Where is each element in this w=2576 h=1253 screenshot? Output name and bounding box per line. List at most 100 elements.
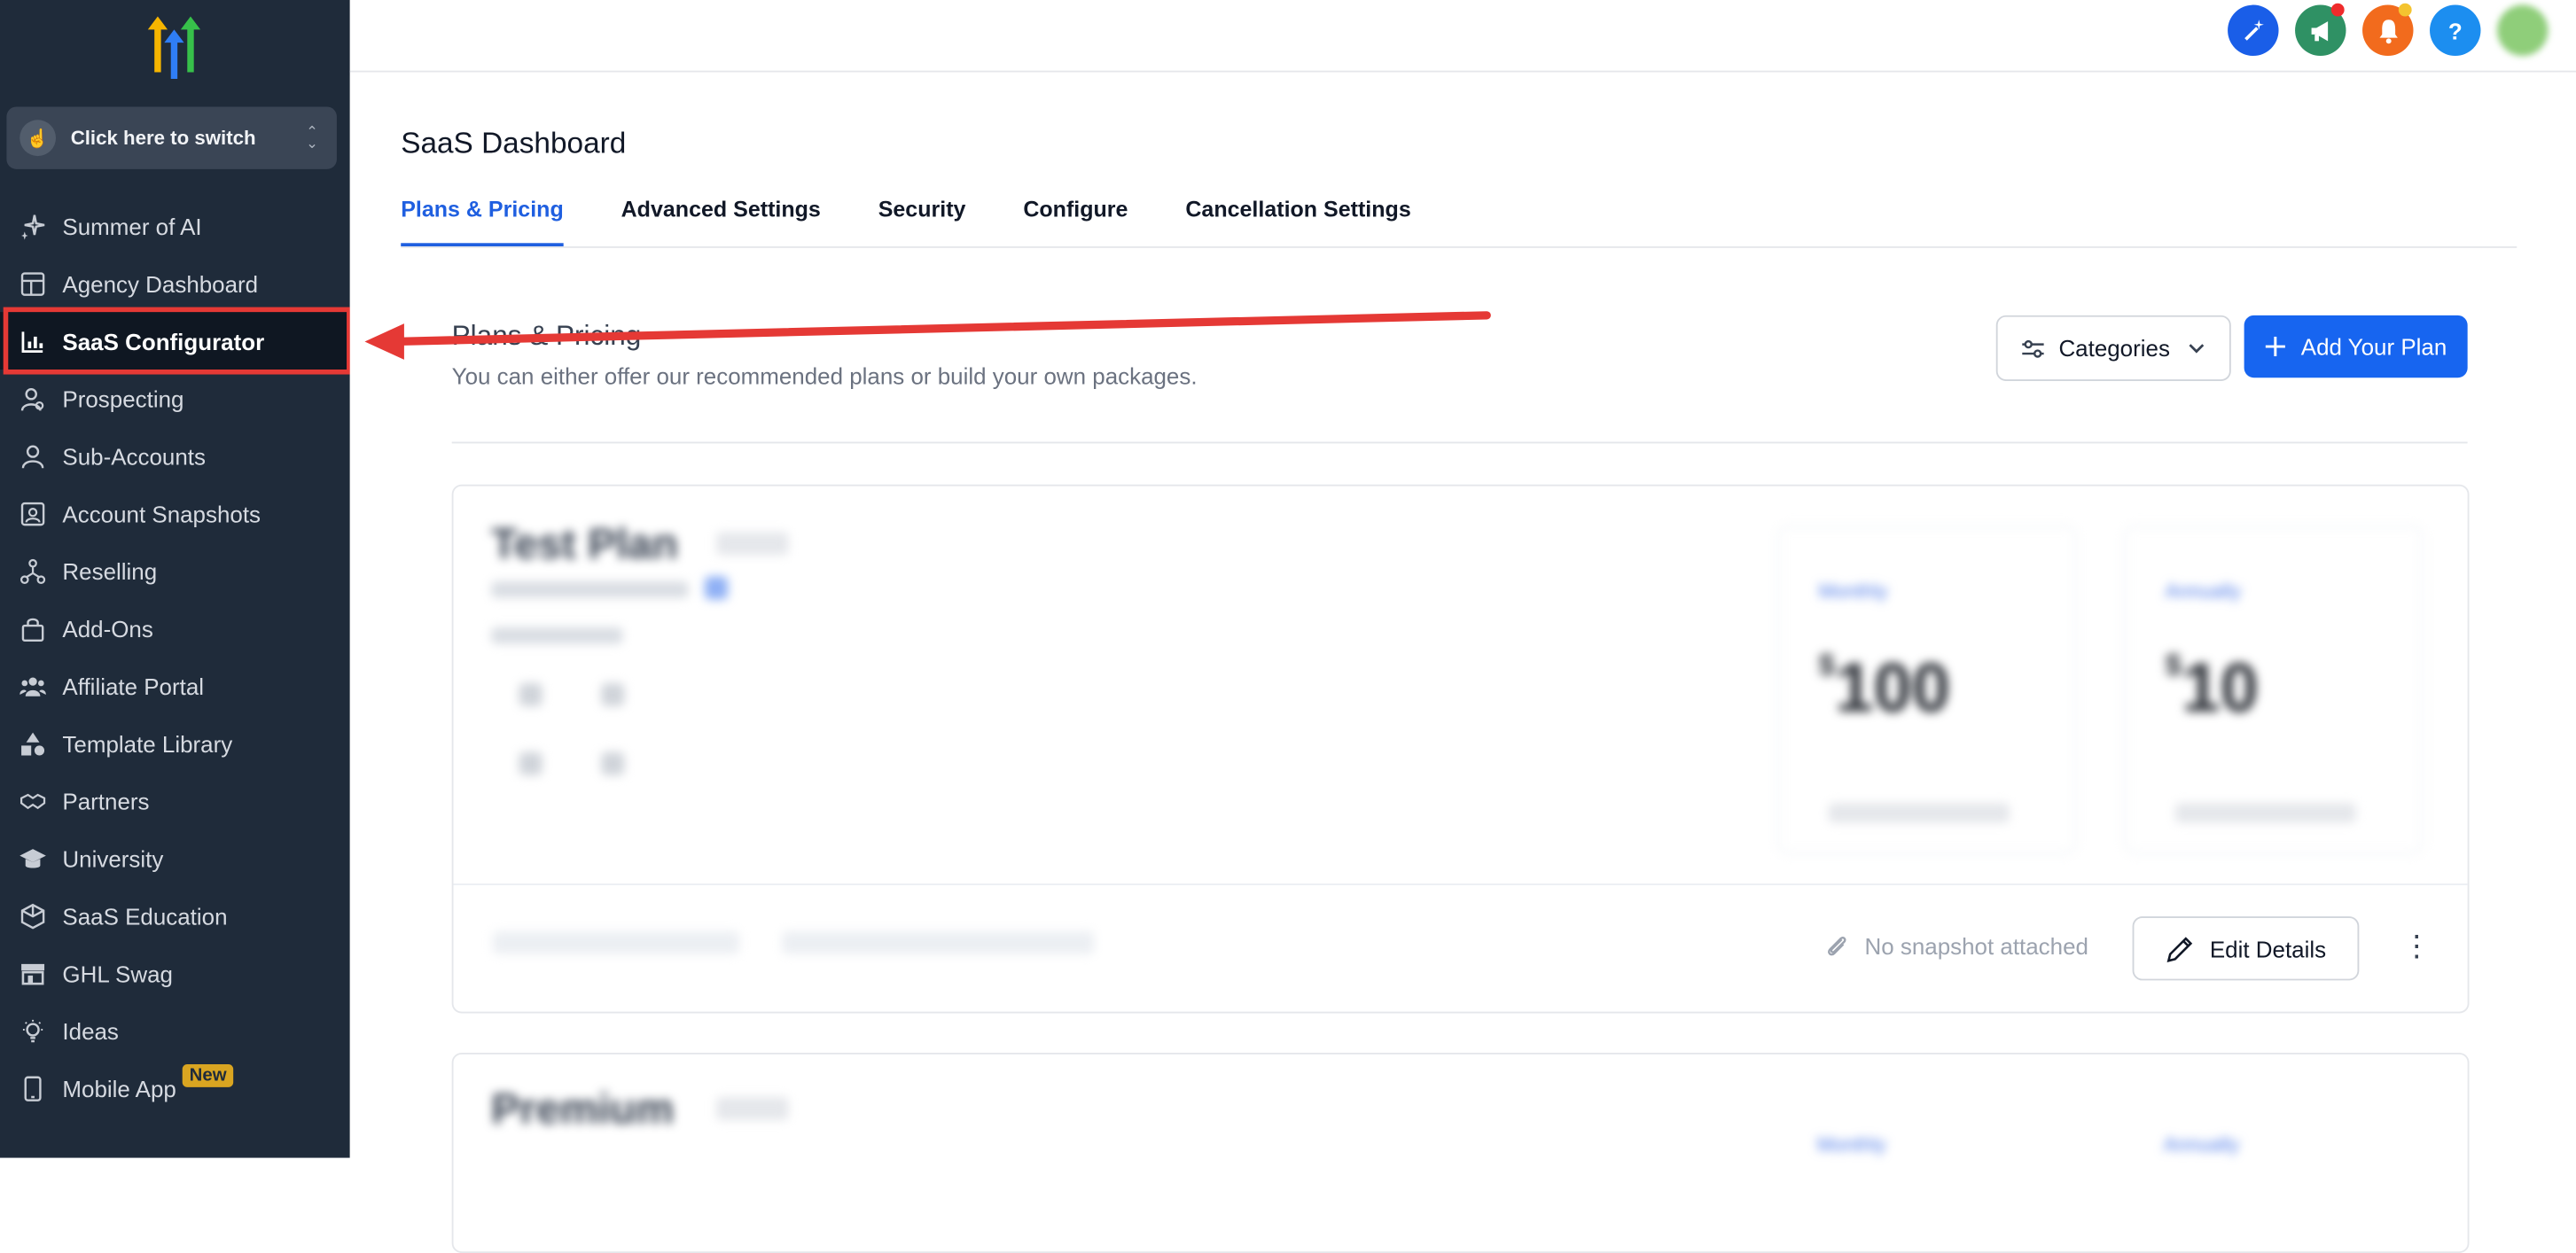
plan-card: Test Plan Monthly $100 Annually $10 No s…: [451, 484, 2470, 1014]
sidebar-item-university[interactable]: University: [0, 829, 350, 887]
magic-wand-icon: [2244, 19, 2263, 40]
price-period: Annually: [2163, 1132, 2240, 1156]
sidebar-item-summer-of-ai[interactable]: Summer of AI: [0, 197, 350, 254]
switcher-label: Click here to switch: [70, 126, 256, 150]
price-value: $100: [1818, 649, 1951, 727]
ai-magic-button[interactable]: [2228, 4, 2279, 57]
tab-advanced-settings[interactable]: Advanced Settings: [621, 197, 821, 246]
card-footer-divider: [453, 883, 2468, 885]
shopping-bag-icon: [20, 615, 46, 642]
notification-dot: [2398, 3, 2412, 17]
sidebar-item-label: Account Snapshots: [62, 500, 262, 526]
sidebar-item-label: Affiliate Portal: [62, 672, 205, 699]
feature-icon: [519, 751, 543, 775]
sidebar-item-label: Partners: [62, 787, 150, 814]
tab-configure[interactable]: Configure: [1023, 197, 1128, 246]
sidebar-item-account-snapshots[interactable]: Account Snapshots: [0, 485, 350, 542]
notifications-button[interactable]: [2362, 3, 2414, 57]
sidebar-item-label: Summer of AI: [62, 213, 202, 239]
main-content: SaaS Dashboard Plans & Pricing Advanced …: [349, 72, 2576, 1253]
tab-security[interactable]: Security: [878, 197, 966, 246]
trial-info: [492, 930, 739, 954]
plan-tag: [716, 1097, 789, 1120]
pointer-icon: ☝: [20, 120, 57, 157]
new-badge: New: [183, 1063, 233, 1086]
sidebar-item-add-ons[interactable]: Add-Ons: [0, 599, 350, 657]
snapshot-icon: [20, 500, 46, 526]
user-avatar[interactable]: [2497, 4, 2549, 57]
sidebar: ☝ Click here to switch ⌃ ⌄ Summer of AI A…: [0, 0, 352, 1158]
plan-name: Test Plan: [491, 518, 678, 569]
sidebar-item-label: SaaS Education: [62, 902, 228, 930]
sidebar-item-reselling[interactable]: Reselling: [0, 542, 350, 600]
edit-details-button[interactable]: Edit Details: [2132, 916, 2360, 981]
price-box-monthly: Monthly $100: [1777, 525, 2077, 854]
users-group-icon: [20, 673, 46, 699]
chevron-up-down-icon: ⌃ ⌄: [306, 122, 319, 152]
add-plan-button[interactable]: Add Your Plan: [2244, 315, 2468, 378]
section-subtitle: You can either offer our recommended pla…: [451, 362, 1198, 390]
sidebar-item-label: Sub-Accounts: [62, 442, 206, 470]
copy-icon[interactable]: [705, 576, 729, 600]
feature-icon: [601, 682, 625, 706]
megaphone-icon: [2310, 20, 2328, 41]
sidebar-item-label: Mobile App: [62, 1074, 176, 1101]
sparkle-icon: [20, 213, 46, 239]
sidebar-item-template-library[interactable]: Template Library: [0, 714, 350, 772]
app-logo-icon[interactable]: [138, 16, 211, 82]
help-button[interactable]: ?: [2430, 4, 2481, 57]
sidebar-item-label: Agency Dashboard: [62, 269, 259, 297]
handshake-icon: [20, 788, 46, 814]
copy-link[interactable]: [2174, 803, 2356, 823]
divider: [451, 441, 2468, 444]
setup-fee-info: [782, 930, 1095, 954]
bell-icon: [2378, 19, 2397, 43]
plan-card: Premium Monthly Annually: [451, 1052, 2470, 1253]
tab-plans-pricing[interactable]: Plans & Pricing: [401, 197, 564, 246]
sidebar-item-saas-education[interactable]: SaaS Education: [0, 887, 350, 945]
tab-cancellation-settings[interactable]: Cancellation Settings: [1185, 197, 1410, 246]
announcements-button[interactable]: [2295, 3, 2346, 57]
sidebar-item-label: Reselling: [62, 557, 158, 584]
price-period: Monthly: [1818, 580, 1888, 603]
sidebar-item-ghl-swag[interactable]: GHL Swag: [0, 945, 350, 1002]
sidebar-item-sub-accounts[interactable]: Sub-Accounts: [0, 427, 350, 485]
dashboard-icon: [20, 270, 46, 297]
sidebar-item-label: SaaS Configurator: [62, 327, 265, 354]
categories-dropdown[interactable]: Categories: [1995, 315, 2231, 381]
network-icon: [20, 557, 46, 584]
sidebar-item-saas-configurator[interactable]: SaaS Configurator: [0, 307, 352, 375]
more-options-icon[interactable]: ⋮: [2402, 930, 2432, 962]
filter-sliders-icon: [2022, 339, 2044, 357]
sidebar-item-affiliate-portal[interactable]: Affiliate Portal: [0, 657, 350, 714]
sidebar-item-prospecting[interactable]: Prospecting: [0, 370, 350, 427]
price-period: Monthly: [1816, 1132, 1886, 1156]
cube-icon: [20, 902, 46, 929]
section-title: Plans & Pricing: [451, 320, 642, 352]
chevron-down-icon: [2189, 344, 2204, 354]
shapes-icon: [20, 730, 46, 757]
sidebar-item-agency-dashboard[interactable]: Agency Dashboard: [0, 254, 350, 312]
sidebar-item-mobile-app[interactable]: Mobile App New: [0, 1059, 350, 1117]
top-bar: ?: [349, 0, 2576, 73]
sidebar-item-label: Prospecting: [62, 385, 184, 412]
copy-link[interactable]: [1828, 803, 2010, 823]
user-search-icon: [20, 385, 46, 412]
mobile-phone-icon: [20, 1075, 46, 1101]
sidebar-item-label: University: [62, 844, 164, 872]
price-period: Annually: [2165, 580, 2241, 603]
sidebar-item-partners[interactable]: Partners: [0, 772, 350, 829]
tab-bar: Plans & Pricing Advanced Settings Securi…: [401, 197, 2517, 248]
graduation-cap-icon: [20, 845, 46, 872]
page-title: SaaS Dashboard: [401, 126, 627, 160]
pencil-icon: [2166, 936, 2193, 962]
sidebar-item-label: GHL Swag: [62, 960, 173, 986]
price-box-annual: Annually $10: [2124, 525, 2424, 854]
paperclip-icon: [1828, 936, 1846, 956]
sidebar-item-label: Template Library: [62, 729, 233, 757]
sidebar-item-ideas[interactable]: Ideas: [0, 1002, 350, 1060]
features-heading: [491, 626, 623, 644]
notification-dot: [2330, 3, 2345, 17]
plan-name: Premium: [491, 1084, 675, 1133]
account-switcher[interactable]: ☝ Click here to switch ⌃ ⌄: [6, 106, 337, 169]
